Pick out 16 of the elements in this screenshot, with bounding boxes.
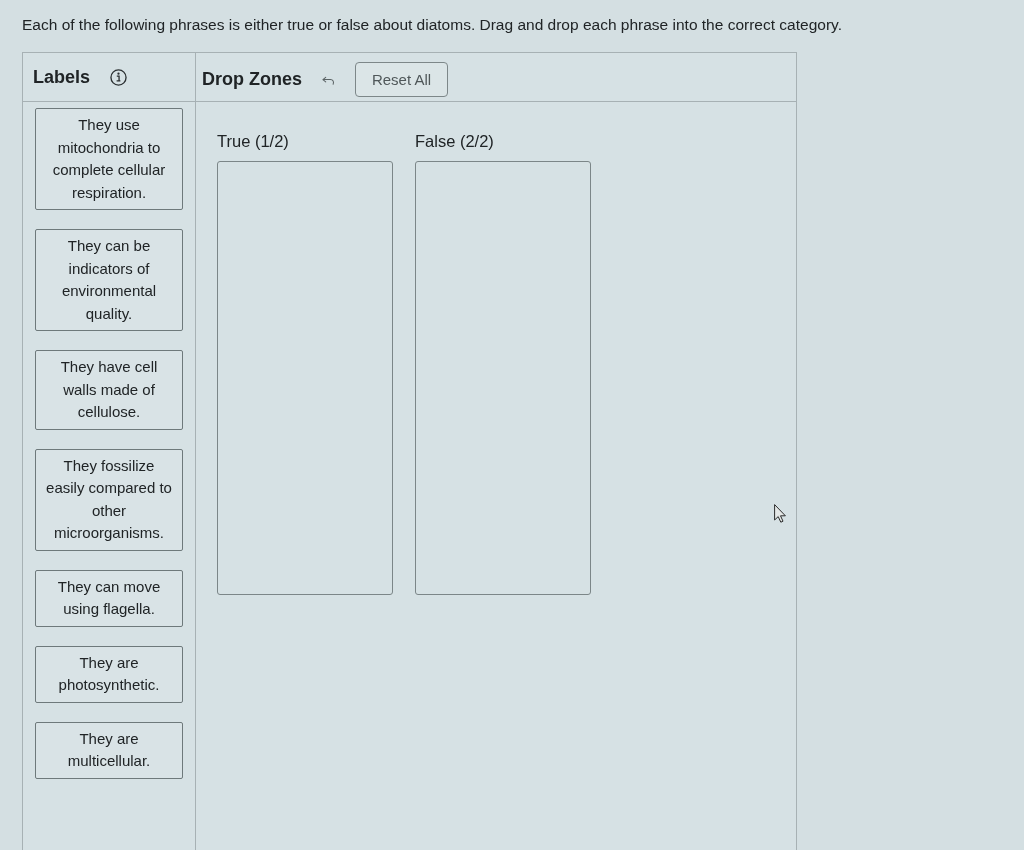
info-icon[interactable] <box>110 68 128 86</box>
reset-all-button[interactable]: Reset All <box>355 61 448 97</box>
phrase-card[interactable]: They fossilize easily compared to other microorganisms. <box>35 448 183 551</box>
mouse-pointer-icon <box>774 504 786 523</box>
instructions-text: Each of the following phrases is either true or false about diatoms. Drag and drop each phrase into the correct category. <box>21 15 843 35</box>
phrase-card[interactable]: They are photosynthetic. <box>35 645 183 703</box>
phrase-card[interactable]: They can be indicators of environmental quality. <box>35 229 183 331</box>
zone-heading: False (2/2) <box>415 131 494 151</box>
phrase-card[interactable]: They have cell walls made of cellulose. <box>35 350 183 430</box>
phrase-card[interactable]: They are multicellular. <box>35 721 183 779</box>
phrase-card[interactable]: They use mitochondria to complete cellular respiration. <box>35 108 183 210</box>
drop-zones-heading: Drop Zones <box>202 68 302 90</box>
zone-heading: True (1/2) <box>217 131 289 151</box>
labels-heading: Labels <box>33 66 91 88</box>
undo-icon[interactable] <box>322 75 335 86</box>
phrase-card[interactable]: They can move using flagella. <box>35 569 183 627</box>
